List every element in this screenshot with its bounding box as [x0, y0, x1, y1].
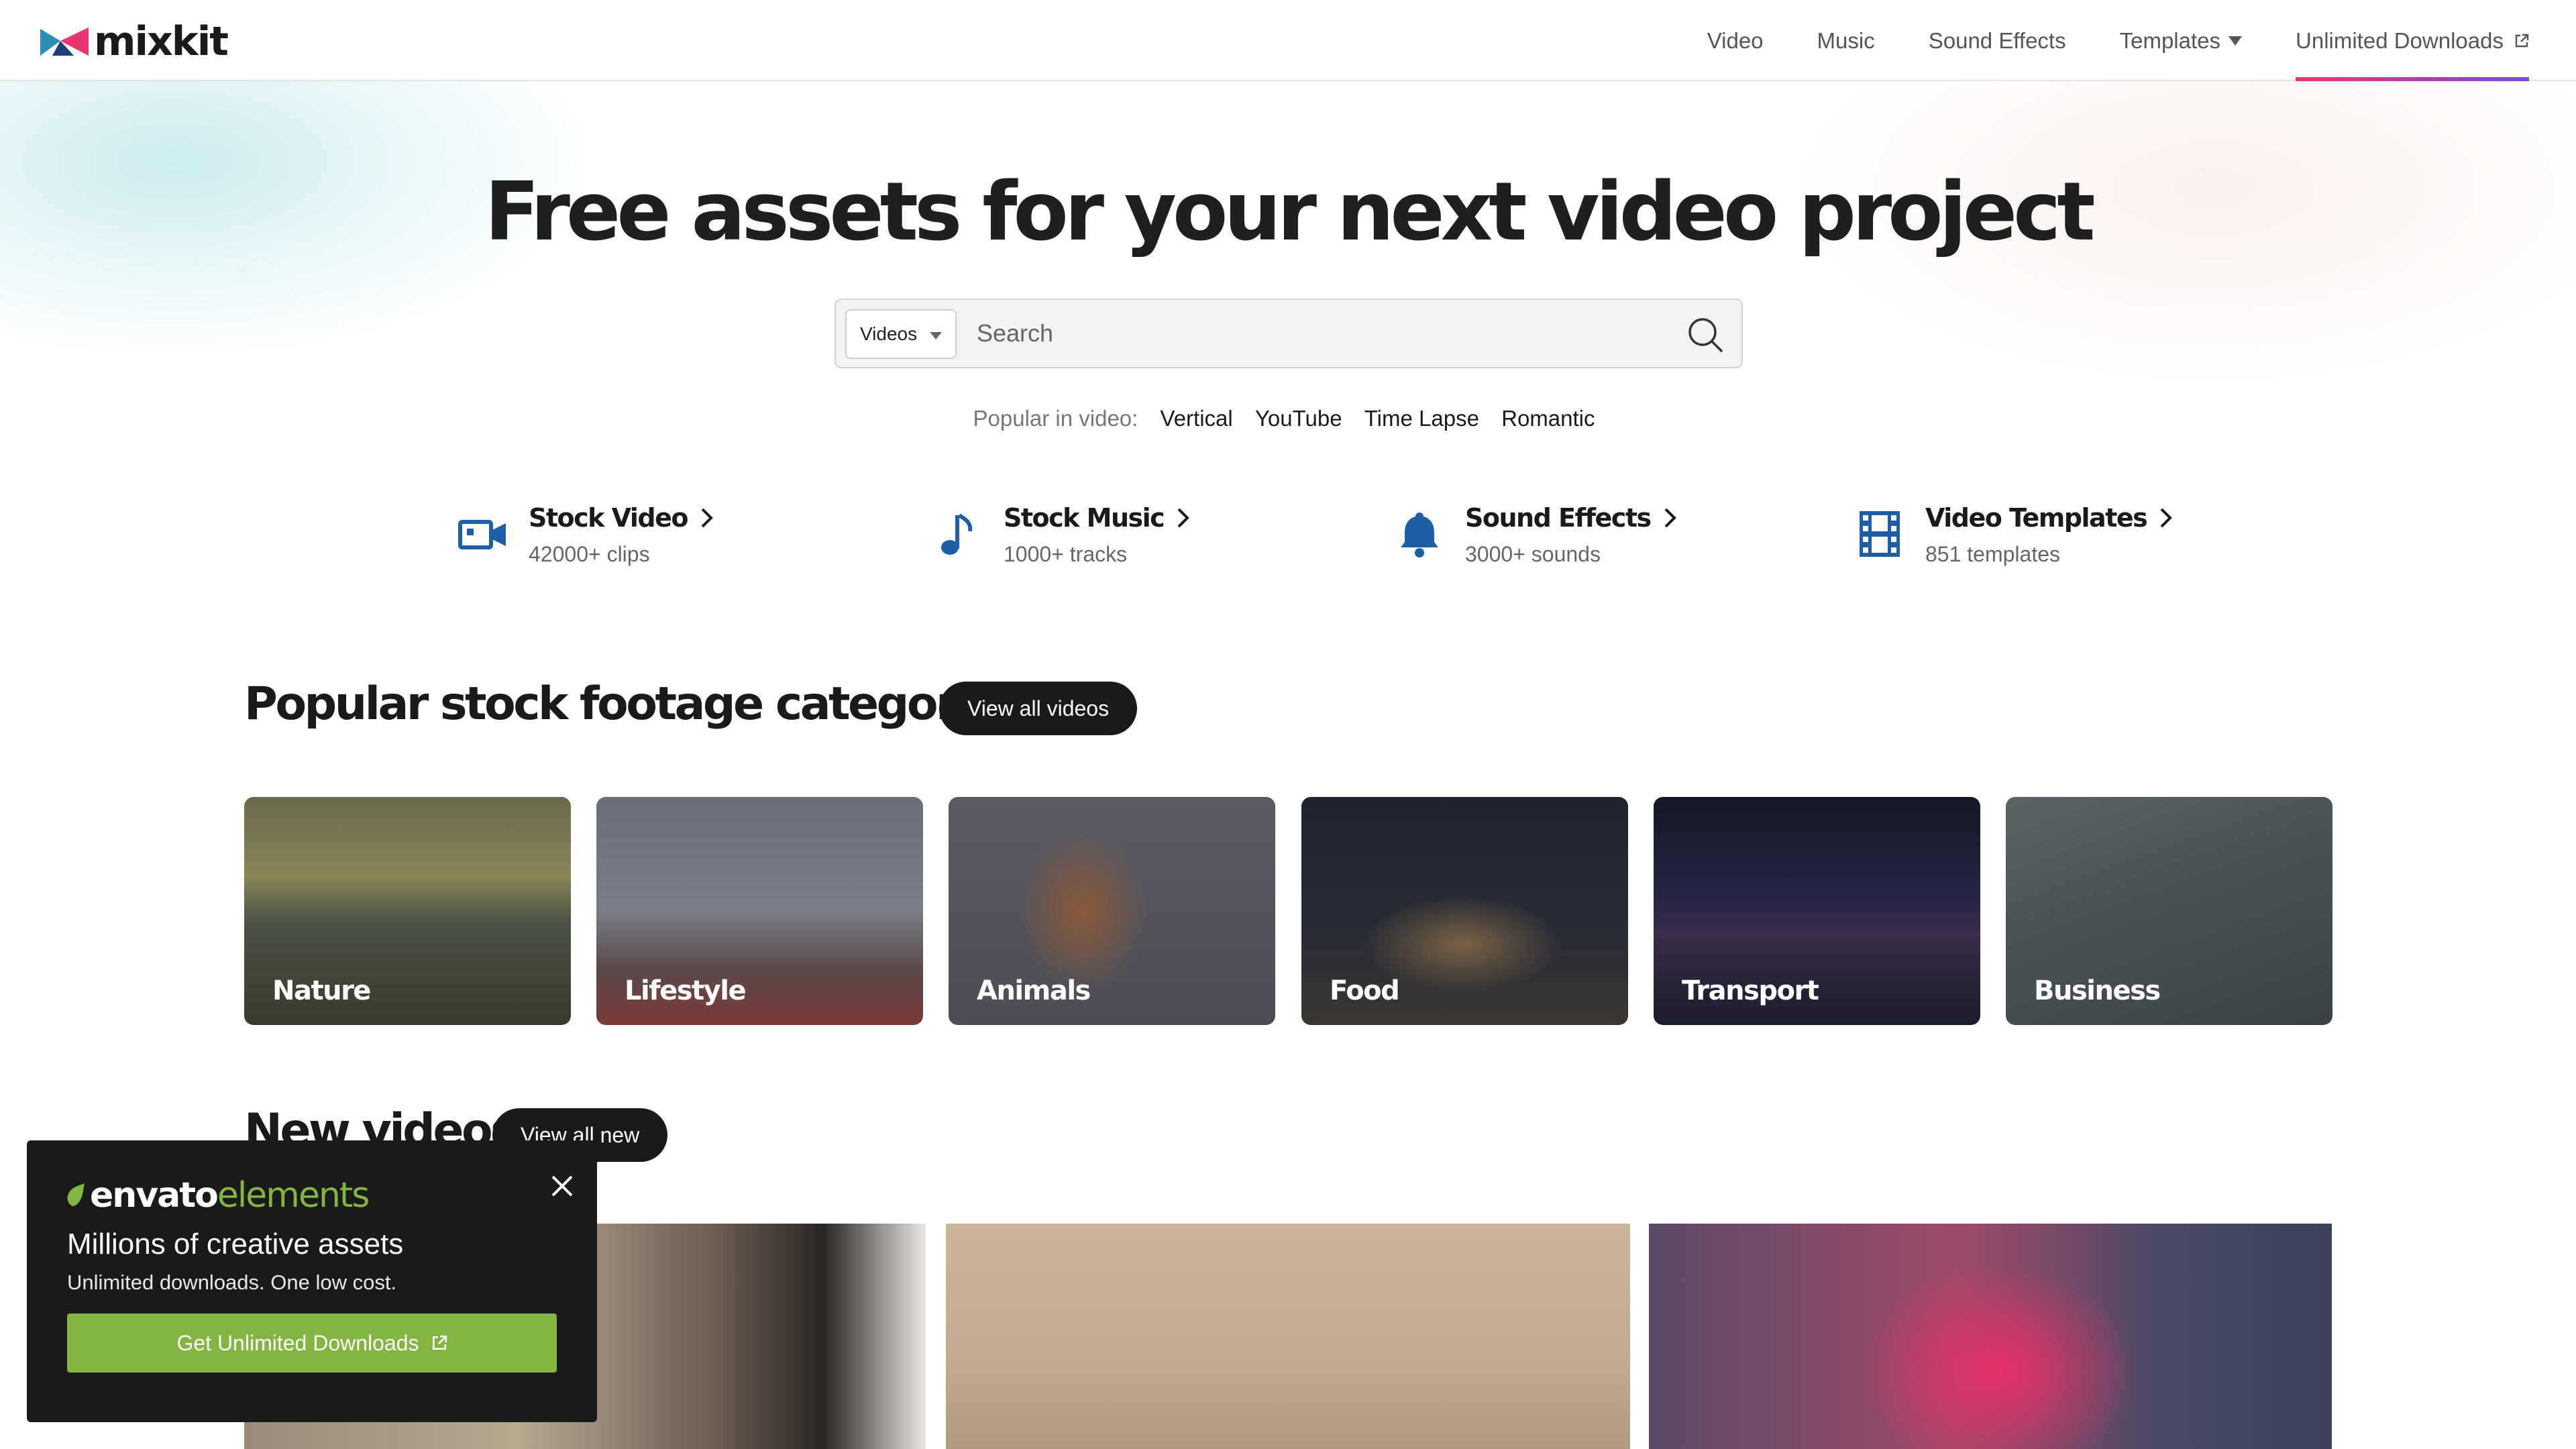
chevron-right-icon	[1177, 508, 1190, 528]
hero-section: Free assets for your next video project …	[0, 81, 2576, 457]
category-card-label: Animals	[977, 975, 1091, 1006]
category-title: Stock Music	[1004, 503, 1165, 533]
caret-down-icon	[930, 332, 942, 339]
caret-down-icon	[2229, 36, 2243, 46]
popular-tag-vertical[interactable]: Vertical	[1161, 406, 1233, 431]
search-bar: Videos	[835, 299, 1743, 368]
popular-tag-romantic[interactable]: Romantic	[1501, 406, 1595, 431]
view-all-videos-button[interactable]: View all videos	[939, 682, 1138, 735]
category-card-label: Business	[2034, 975, 2161, 1006]
category-card-label: Nature	[272, 975, 371, 1006]
envato-logo-word: envato	[90, 1175, 219, 1216]
nav-video-label: Video	[1707, 28, 1764, 53]
popular-categories-title: Popular stock footage categories	[244, 678, 1025, 731]
music-note-icon	[941, 513, 973, 555]
category-card-label: Food	[1330, 975, 1400, 1006]
nav-templates[interactable]: Templates	[2119, 0, 2243, 81]
category-link-stock-video[interactable]: Stock Video 42000+ clips	[458, 503, 714, 567]
film-strip-icon	[1860, 511, 1900, 557]
category-card-lifestyle[interactable]: Lifestyle	[596, 797, 923, 1025]
hero-title: Free assets for your next video project	[484, 166, 2095, 259]
chevron-right-icon	[701, 508, 713, 528]
search-category-select[interactable]: Videos	[845, 309, 957, 359]
mixkit-logo-icon	[40, 28, 89, 56]
nav-music[interactable]: Music	[1817, 0, 1875, 81]
mixkit-logo[interactable]: mixkit	[40, 18, 229, 65]
category-link-stock-music[interactable]: Stock Music 1000+ tracks	[932, 503, 1191, 567]
logo-text: mixkit	[94, 18, 229, 65]
nav-sound-effects[interactable]: Sound Effects	[1929, 0, 2066, 81]
video-thumbnail[interactable]	[1649, 1224, 2332, 1449]
envato-elements-logo: envato elements	[66, 1175, 370, 1216]
category-card-food[interactable]: Food	[1301, 797, 1628, 1025]
category-subtitle: 42000+ clips	[529, 542, 650, 566]
promo-heading: Millions of creative assets	[67, 1228, 404, 1260]
get-unlimited-downloads-button[interactable]: Get Unlimited Downloads	[67, 1313, 557, 1373]
bell-icon	[1401, 513, 1438, 557]
search-category-value: Videos	[860, 323, 918, 344]
category-link-video-templates[interactable]: Video Templates 851 templates	[1854, 503, 2174, 567]
nav-sound-effects-label: Sound Effects	[1928, 28, 2066, 53]
popular-tag-youtube[interactable]: YouTube	[1255, 406, 1342, 431]
envato-leaf-icon	[67, 1183, 85, 1206]
chevron-right-icon	[1664, 508, 1676, 528]
site-header: mixkit Video Music Sound Effects Templat…	[0, 0, 2576, 81]
category-link-sound-effects[interactable]: Sound Effects 3000+ sounds	[1394, 503, 1678, 567]
search-input[interactable]	[977, 313, 1648, 354]
chevron-right-icon	[2160, 508, 2173, 528]
popular-tag-time-lapse[interactable]: Time Lapse	[1364, 406, 1479, 431]
video-thumbnail[interactable]	[946, 1224, 1630, 1449]
promo-button-label: Get Unlimited Downloads	[176, 1330, 419, 1355]
category-card-label: Transport	[1682, 975, 1819, 1006]
category-title: Video Templates	[1925, 503, 2148, 533]
envato-promo-popup: envato elements Millions of creative asse…	[27, 1140, 597, 1422]
category-subtitle: 3000+ sounds	[1465, 542, 1601, 566]
popular-label: Popular in video:	[973, 406, 1138, 431]
close-icon[interactable]	[549, 1173, 576, 1199]
promo-subheading: Unlimited downloads. One low cost.	[67, 1271, 397, 1294]
popular-searches: Popular in video: Vertical YouTube Time …	[0, 406, 2576, 431]
nav-video[interactable]: Video	[1707, 0, 1764, 81]
video-camera-icon	[458, 520, 506, 549]
category-card-transport[interactable]: Transport	[1654, 797, 1980, 1025]
category-card-animals[interactable]: Animals	[949, 797, 1275, 1025]
search-icon[interactable]	[1686, 316, 1724, 354]
category-title: Stock Video	[529, 503, 689, 533]
external-link-icon	[432, 1335, 447, 1350]
nav-unlimited-label: Unlimited Downloads	[2296, 28, 2504, 53]
category-title: Sound Effects	[1465, 503, 1652, 533]
category-subtitle: 1000+ tracks	[1004, 542, 1128, 566]
category-card-nature[interactable]: Nature	[244, 797, 571, 1025]
main-nav: Video Music Sound Effects Templates Unli…	[1654, 0, 2529, 81]
category-card-business[interactable]: Business	[2006, 797, 2332, 1025]
category-card-label: Lifestyle	[625, 975, 747, 1006]
category-subtitle: 851 templates	[1925, 542, 2061, 566]
nav-templates-label: Templates	[2119, 28, 2221, 53]
external-link-icon	[2515, 34, 2529, 47]
nav-music-label: Music	[1817, 28, 1875, 53]
nav-unlimited-downloads[interactable]: Unlimited Downloads	[2296, 0, 2529, 81]
elements-logo-word: elements	[217, 1175, 370, 1216]
